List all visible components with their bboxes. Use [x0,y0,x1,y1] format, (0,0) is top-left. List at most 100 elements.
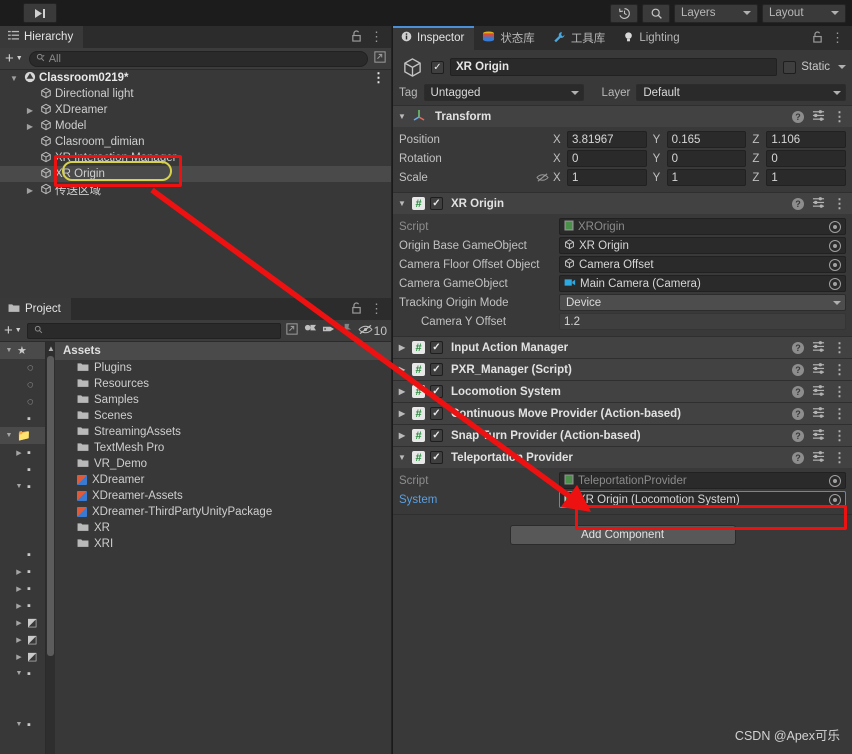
layout-dropdown[interactable]: Layout [762,3,846,23]
tree-folder[interactable] [0,495,45,512]
chevron-right-icon[interactable]: ▶ [397,365,407,374]
project-asset-row[interactable]: XR [55,520,391,536]
transform-z-input[interactable]: 1.106 [766,131,847,148]
hierarchy-item-1[interactable]: Directional light [0,86,391,102]
teleportation-header[interactable]: ▼ # ✓ Teleportation Provider ? ⋮ [393,447,852,468]
search-icon[interactable] [642,3,670,23]
twisty-icon[interactable]: ▼ [14,670,24,677]
object-picker-icon[interactable] [829,277,841,290]
tab-工具库[interactable]: 工具库 [545,26,616,50]
kebab-menu-icon[interactable]: ⋮ [370,30,383,43]
twisty-icon[interactable]: ▶ [14,449,24,457]
tree-folder[interactable]: ▪ [0,546,45,563]
tree-spacer[interactable] [0,699,45,716]
object-picker-icon[interactable] [829,474,841,487]
help-icon[interactable]: ? [792,429,804,442]
hidden-count[interactable]: 10 [358,324,387,338]
favorite-item[interactable]: ◌ [0,376,45,393]
project-search-expand-icon[interactable] [285,323,298,338]
component-header[interactable]: ▶ # ✓ Input Action Manager? ⋮ [393,337,852,358]
transform-x-input[interactable]: 3.81967 [567,131,647,148]
create-asset-button[interactable]: + ▼ [4,323,22,338]
twisty-icon[interactable]: ▼ [4,347,14,354]
tab-project[interactable]: Project [0,298,71,320]
xr-origin-prop-field[interactable]: Main Camera (Camera) [559,275,846,292]
transform-y-input[interactable]: 0.165 [666,131,747,148]
history-icon[interactable] [610,3,638,23]
tag-dropdown[interactable]: Untagged [423,84,584,101]
twisty-icon[interactable]: ▶ [14,619,24,627]
project-scrollbar[interactable]: ▲ [46,342,55,754]
static-checkbox[interactable]: ✓ [783,60,797,74]
hierarchy-item-4[interactable]: Clasroom_dimian [0,134,391,150]
teleportation-script-field[interactable]: TeleportationProvider [559,472,846,489]
kebab-menu-icon[interactable]: ⋮ [831,31,844,44]
kebab-menu-icon[interactable]: ⋮ [833,385,846,398]
twisty-icon[interactable]: ▼ [14,721,24,728]
component-header[interactable]: ▶ # ✓ Snap Turn Provider (Action-based)? ⋮ [393,425,852,446]
object-name-input[interactable]: XR Origin [450,58,778,76]
hierarchy-item-3[interactable]: ▶ Model [0,118,391,134]
help-icon[interactable]: ? [792,385,804,398]
help-icon[interactable]: ? [792,341,804,354]
tab-inspector[interactable]: Inspector [393,26,475,50]
preset-icon[interactable] [812,109,825,124]
project-asset-row[interactable]: Scenes [55,408,391,424]
layer-dropdown[interactable]: Default [636,84,846,101]
kebab-menu-icon[interactable]: ⋮ [833,451,846,464]
chevron-right-icon[interactable]: ▶ [24,122,36,131]
preset-icon[interactable] [812,384,825,399]
help-icon[interactable]: ? [792,363,804,376]
lock-icon[interactable] [351,301,362,317]
favorite-item[interactable]: ▪ [0,410,45,427]
chevron-right-icon[interactable]: ▶ [397,387,407,396]
favorites-root[interactable]: ▼ ★ [0,342,45,359]
tree-spacer[interactable] [0,682,45,699]
kebab-menu-icon[interactable]: ⋮ [370,302,383,315]
component-enabled-checkbox[interactable]: ✓ [430,407,443,420]
tree-folder[interactable]: ▶ ▪ [0,444,45,461]
layers-dropdown[interactable]: Layers [674,3,758,23]
component-enabled-checkbox[interactable]: ✓ [430,385,443,398]
camera-y-offset-input[interactable]: 1.2 [559,313,846,330]
component-header[interactable]: ▶ # ✓ Locomotion System? ⋮ [393,381,852,402]
kebab-menu-icon[interactable]: ⋮ [833,197,846,210]
tree-folder[interactable]: ▪ [0,461,45,478]
tree-folder[interactable]: ▶ ▪ [0,580,45,597]
tree-package[interactable]: ▶ ◩ [0,631,45,648]
scroll-up-icon[interactable]: ▲ [47,344,55,353]
twisty-icon[interactable]: ▶ [14,568,24,576]
component-enabled-checkbox[interactable]: ✓ [430,341,443,354]
chevron-down-icon[interactable]: ▼ [397,199,407,208]
tree-folder[interactable]: ▼ ▪ [0,716,45,733]
chevron-right-icon[interactable]: ▶ [397,343,407,352]
tab-状态库[interactable]: 状态库 [474,26,545,50]
transform-z-input[interactable]: 1 [766,169,847,186]
tree-package[interactable]: ▶ ◩ [0,648,45,665]
pin-icon[interactable] [340,323,353,338]
help-icon[interactable]: ? [792,197,804,210]
kebab-menu-icon[interactable]: ⋮ [833,341,846,354]
tracking-origin-mode-dropdown[interactable]: Device [559,294,846,311]
transform-z-input[interactable]: 0 [766,150,847,167]
preset-icon[interactable] [812,450,825,465]
play-button[interactable] [3,3,21,23]
transform-header[interactable]: ▼ Transform ? ⋮ [393,106,852,127]
assets-root[interactable]: ▼ 📁 [0,427,45,444]
xr-origin-prop-field[interactable]: XROrigin [559,218,846,235]
chevron-down-icon[interactable]: ▼ [8,74,20,83]
object-enabled-checkbox[interactable]: ✓ [431,60,444,74]
transform-y-input[interactable]: 1 [666,169,747,186]
object-picker-icon[interactable] [829,493,841,506]
tree-spacer[interactable] [0,512,45,529]
twisty-icon[interactable]: ▼ [4,432,14,439]
hierarchy-item-0[interactable]: ▼ Classroom0219* ⋮ [0,70,391,86]
save-search-icon[interactable] [303,323,317,338]
chevron-right-icon[interactable]: ▶ [24,186,36,195]
object-picker-icon[interactable] [829,220,841,233]
hierarchy-item-2[interactable]: ▶ XDreamer [0,102,391,118]
tab-hierarchy[interactable]: Hierarchy [0,26,84,48]
chevron-right-icon[interactable]: ▶ [397,409,407,418]
twisty-icon[interactable]: ▶ [14,636,24,644]
component-header[interactable]: ▶ # ✓ PXR_Manager (Script)? ⋮ [393,359,852,380]
